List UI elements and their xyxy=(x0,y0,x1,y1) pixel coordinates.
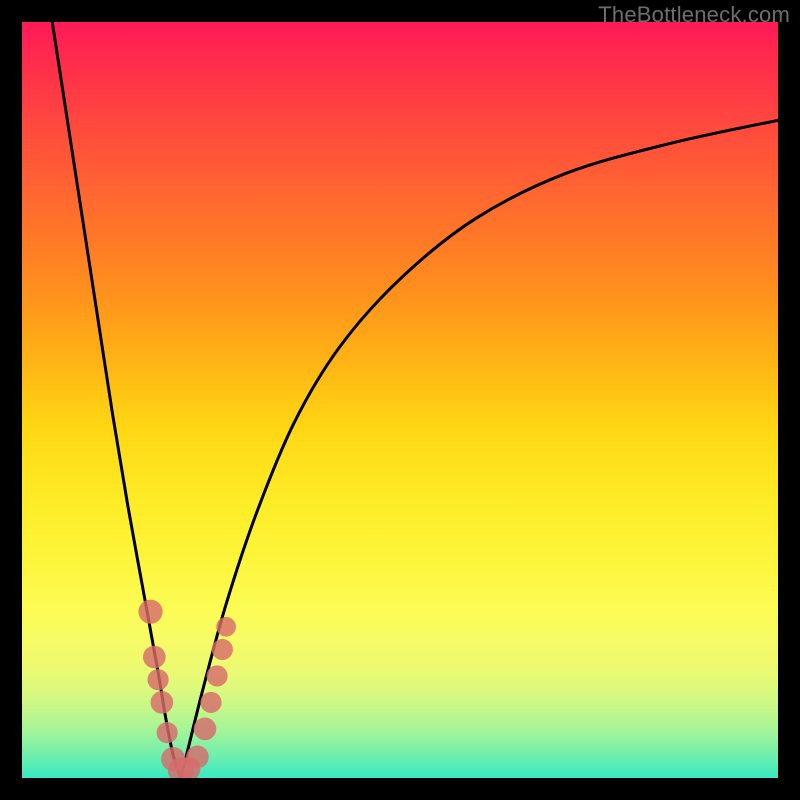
data-dot xyxy=(206,665,227,686)
data-dot xyxy=(147,669,168,690)
data-dot xyxy=(200,692,221,713)
data-dot xyxy=(216,617,236,637)
chart-frame: TheBottleneck.com xyxy=(0,0,800,800)
data-dot xyxy=(138,600,162,624)
watermark-text: TheBottleneck.com xyxy=(598,2,790,28)
data-dot xyxy=(212,639,233,660)
data-dot xyxy=(143,646,166,669)
data-dot xyxy=(194,718,217,741)
data-dot xyxy=(186,745,209,768)
curves-svg xyxy=(22,22,778,778)
right-branch-curve xyxy=(181,120,778,778)
data-dot xyxy=(151,691,174,714)
plot-area xyxy=(22,22,778,778)
data-dot xyxy=(157,722,178,743)
